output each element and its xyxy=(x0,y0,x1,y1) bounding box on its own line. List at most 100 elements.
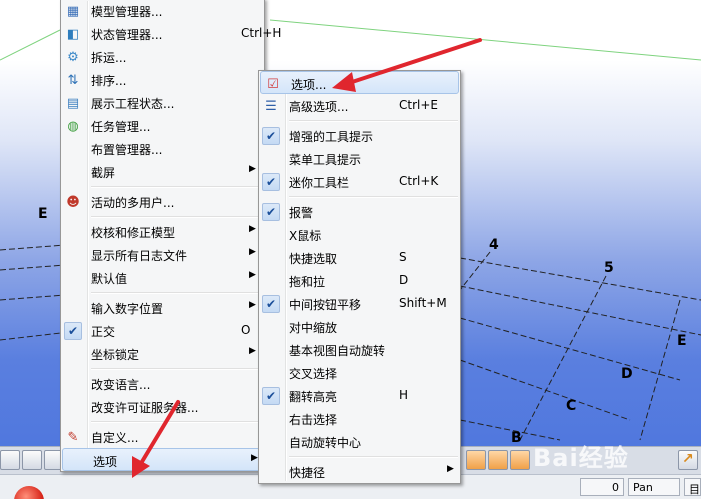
tools-menu-item[interactable]: 选项 ▶ xyxy=(62,448,263,471)
project-status-icon: ▤ xyxy=(66,95,80,111)
options-menu-item-label: 对中缩放 xyxy=(289,321,338,335)
options-menu-item-label: 快捷径 xyxy=(289,466,326,480)
tools-menu-item-label: 布置管理器... xyxy=(91,143,163,157)
toolbar-button[interactable] xyxy=(510,450,530,470)
tools-menu-item[interactable]: 布置管理器... xyxy=(61,137,264,160)
options-menu-item-label: 选项... xyxy=(291,78,327,92)
options-menu-item[interactable]: ✔ 迷你工具栏 Ctrl+K xyxy=(259,170,460,193)
options-menu-item-shortcut: Ctrl+K xyxy=(399,174,439,188)
menu-separator xyxy=(61,183,264,190)
menu-separator xyxy=(259,117,460,124)
tools-menu-item[interactable]: ✎ 自定义... xyxy=(61,425,264,448)
options-menu-item-shortcut: Ctrl+E xyxy=(399,98,438,112)
tools-menu-item[interactable]: 截屏 ▶ xyxy=(61,160,264,183)
tools-menu-item-label: 活动的多用户... xyxy=(91,196,175,210)
options-menu-item-label: 基本视图自动旋转 xyxy=(289,344,386,358)
options-menu-item[interactable]: ☰ 高级选项... Ctrl+E xyxy=(259,94,460,117)
submenu-arrow-icon: ▶ xyxy=(249,270,256,280)
tools-menu-item[interactable]: ☻ 活动的多用户... xyxy=(61,190,264,213)
toolbar-button[interactable] xyxy=(0,450,20,470)
options-menu-item-shortcut: H xyxy=(399,388,409,402)
menu-separator xyxy=(259,453,460,460)
options-menu-item[interactable]: 快捷径 ▶ xyxy=(259,460,460,483)
tools-menu-item-label: 任务管理... xyxy=(91,120,151,134)
menu-separator xyxy=(61,418,264,425)
tools-menu-item[interactable]: 改变许可证服务器... xyxy=(61,395,264,418)
checkmark-icon: ✔ xyxy=(262,295,280,313)
tools-menu-item-label: 排序... xyxy=(91,74,127,88)
options-menu-item-label: 翻转高亮 xyxy=(289,390,338,404)
options-menu-item[interactable]: 右击选择 xyxy=(259,407,460,430)
tools-menu-item-label: 展示工程状态... xyxy=(91,97,175,111)
tools-menu-item-label: 自定义... xyxy=(91,431,139,445)
options-menu-item-label: 迷你工具栏 xyxy=(289,176,350,190)
options-menu-item-label: 菜单工具提示 xyxy=(289,153,362,167)
tools-menu-item[interactable]: 输入数字位置 ▶ xyxy=(61,296,264,319)
options-menu-item[interactable]: 拖和拉 D xyxy=(259,269,460,292)
options-menu-item[interactable]: ✔ 报警 xyxy=(259,200,460,223)
checkmark-icon: ✔ xyxy=(262,173,280,191)
tools-menu-item[interactable]: 坐标锁定 ▶ xyxy=(61,342,264,365)
disassemble-icon: ⚙ xyxy=(67,49,79,65)
options-menu-item-label: X鼠标 xyxy=(289,229,322,243)
tools-menu-item[interactable]: ◍ 任务管理... xyxy=(61,114,264,137)
tools-menu-item-shortcut: O xyxy=(241,323,251,337)
submenu-arrow-icon: ▶ xyxy=(249,164,256,174)
options-menu-item-label: 自动旋转中心 xyxy=(289,436,362,450)
customize-icon: ✎ xyxy=(67,429,79,445)
checkmark-icon: ✔ xyxy=(262,203,280,221)
tools-menu-item-label: 默认值 xyxy=(91,272,128,286)
tools-menu-item[interactable]: ▤ 展示工程状态... xyxy=(61,91,264,114)
menu-separator xyxy=(259,193,460,200)
model-manager-icon: ▦ xyxy=(66,3,80,19)
toolbar-button[interactable] xyxy=(488,450,508,470)
options-menu-item[interactable]: 对中缩放 xyxy=(259,315,460,338)
options-menu-item[interactable]: 基本视图自动旋转 xyxy=(259,338,460,361)
tools-menu-item[interactable]: 显示所有日志文件 ▶ xyxy=(61,243,264,266)
menu-separator xyxy=(61,213,264,220)
submenu-arrow-icon: ▶ xyxy=(251,453,258,463)
tools-menu-item-label: 输入数字位置 xyxy=(91,302,164,316)
options-menu-item[interactable]: ✔ 增强的工具提示 xyxy=(259,124,460,147)
options-menu-item[interactable]: 自动旋转中心 xyxy=(259,430,460,453)
toolbar-button[interactable] xyxy=(466,450,486,470)
tools-menu-item[interactable]: 改变语言... xyxy=(61,372,264,395)
toolbar-button[interactable] xyxy=(22,450,42,470)
tools-menu-item[interactable]: ▦ 模型管理器... xyxy=(61,0,264,22)
grid-label: 4 xyxy=(489,237,499,253)
options-menu-item-label: 报警 xyxy=(289,206,314,220)
task-manager-icon: ◍ xyxy=(67,118,79,134)
options-menu-item[interactable]: ☑ 选项... xyxy=(260,71,459,94)
options-menu-item-label: 快捷选取 xyxy=(289,252,338,266)
tools-menu-item[interactable]: ⚙ 拆运... xyxy=(61,45,264,68)
options-menu-item[interactable]: ✔ 翻转高亮 H xyxy=(259,384,460,407)
tools-menu-item[interactable]: 默认值 ▶ xyxy=(61,266,264,289)
options-menu-item[interactable]: X鼠标 xyxy=(259,223,460,246)
grid-label: E xyxy=(38,206,48,222)
tools-menu: ▦ 模型管理器... ◧ 状态管理器... Ctrl+H ⚙ 拆运... ⇅ 排序... ▤ 展示工… xyxy=(60,0,282,472)
status-mode: Pan xyxy=(628,478,680,496)
tools-menu-item[interactable]: ◧ 状态管理器... Ctrl+H xyxy=(61,22,282,45)
options-check-icon: ☑ xyxy=(267,76,279,92)
tools-menu-item-shortcut: Ctrl+H xyxy=(241,26,282,40)
tools-menu-item[interactable]: 校核和修正模型 ▶ xyxy=(61,220,264,243)
options-menu-item-label: 高级选项... xyxy=(289,100,349,114)
tools-menu-item[interactable]: ✔ 正交 O xyxy=(61,319,264,342)
tools-menu-item-label: 正交 xyxy=(91,325,116,339)
toolbar-button[interactable]: ↗ xyxy=(678,450,698,470)
options-menu-item[interactable]: 交叉选择 xyxy=(259,361,460,384)
options-menu-item[interactable]: ✔ 中间按钮平移 Shift+M xyxy=(259,292,460,315)
tools-menu-item-label: 状态管理器... xyxy=(91,28,163,42)
tools-menu-item[interactable]: ⇅ 排序... xyxy=(61,68,264,91)
tools-menu-item-label: 改变许可证服务器... xyxy=(91,401,199,415)
tools-menu-item-label: 选项 xyxy=(93,455,118,469)
status-value: 0 xyxy=(580,478,624,496)
arrow-up-right-icon: ↗ xyxy=(682,451,694,467)
tools-menu-item-label: 校核和修正模型 xyxy=(91,226,176,240)
options-menu-item[interactable]: 菜单工具提示 xyxy=(259,147,460,170)
options-submenu: ☑ 选项... ☰ 高级选项... Ctrl+E ✔ 增强的工具提示 菜单工具提示 ✔ 迷你工具栏… xyxy=(258,70,461,484)
options-menu-item[interactable]: 快捷选取 S xyxy=(259,246,460,269)
options-menu-item-label: 右击选择 xyxy=(289,413,338,427)
grid-label: E xyxy=(677,333,687,349)
multi-user-icon: ☻ xyxy=(66,194,80,210)
